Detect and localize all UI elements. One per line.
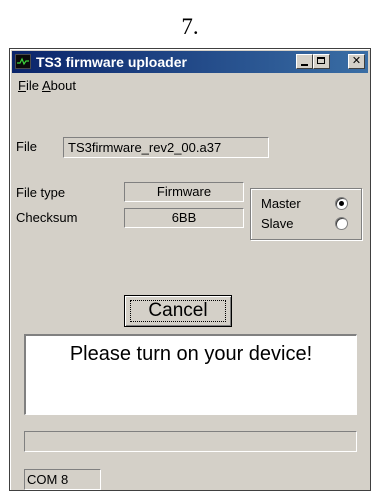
file-field[interactable]: TS3firmware_rev2_00.a37 (63, 137, 269, 158)
maximize-button[interactable] (313, 54, 330, 69)
checksum-field: 6BB (124, 208, 244, 228)
minimize-button[interactable] (296, 54, 313, 69)
menu-file[interactable]: File (18, 78, 39, 93)
minimize-icon (301, 64, 308, 66)
title-bar[interactable]: TS3 firmware uploader ✕ (12, 51, 368, 73)
window-title: TS3 firmware uploader (36, 54, 187, 70)
slave-label: Slave (261, 216, 294, 231)
menu-about[interactable]: About (42, 78, 76, 93)
filetype-label: File type (16, 185, 66, 200)
maximize-icon (317, 57, 325, 64)
cancel-button[interactable]: Cancel (124, 295, 232, 327)
master-radio[interactable] (335, 197, 348, 210)
menu-bar: File About (12, 75, 368, 95)
message-box: Please turn on your device! (24, 334, 357, 415)
app-icon (15, 54, 31, 69)
uploader-window: TS3 firmware uploader ✕ File About File … (9, 48, 371, 491)
step-caption: 7. (181, 14, 199, 39)
cancel-label: Cancel (148, 300, 208, 321)
close-button[interactable]: ✕ (348, 54, 365, 69)
close-icon: ✕ (351, 55, 362, 67)
status-port: COM 8 (24, 469, 101, 490)
master-label: Master (261, 196, 301, 211)
message-text: Please turn on your device! (69, 343, 313, 365)
slave-radio[interactable] (335, 217, 348, 230)
mode-group: Master Slave (250, 188, 362, 240)
file-label: File (16, 139, 37, 154)
filetype-field: Firmware (124, 182, 244, 202)
checksum-label: Checksum (16, 210, 78, 225)
progress-bar (24, 431, 357, 452)
